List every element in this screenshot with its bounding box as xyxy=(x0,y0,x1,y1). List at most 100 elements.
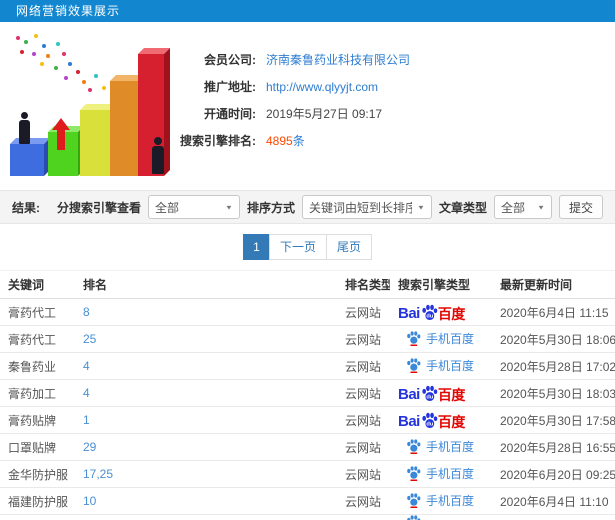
updated-cell: 2020年6月20日 09:25 xyxy=(500,467,615,482)
mobile-baidu-logo[interactable]: 手机百度 xyxy=(406,357,474,374)
article-type-label: 文章类型 xyxy=(438,200,487,215)
mobile-baidu-logo[interactable]: 手机百度 xyxy=(406,330,474,347)
baidu-logo-cn: 百度 xyxy=(437,386,466,402)
result-label: 结果: xyxy=(12,200,40,215)
svg-text:du: du xyxy=(426,421,433,427)
last-page-button[interactable]: 尾页 xyxy=(326,234,373,260)
baidu-logo[interactable]: Bai du 百度 xyxy=(398,385,465,402)
keyword-cell: 秦鲁药业 xyxy=(8,359,57,374)
mobile-baidu-logo[interactable]: 手机百度 xyxy=(406,492,474,509)
baidu-paw-icon xyxy=(407,330,421,346)
member-company-value[interactable]: 济南秦鲁药业科技有限公司 xyxy=(266,51,410,68)
mobile-baidu-logo[interactable]: 手机百度 xyxy=(406,438,474,455)
field-engine-rank-count: 搜索引擎排名: 4895条 xyxy=(168,127,608,154)
article-type-value: 全部 xyxy=(500,200,525,215)
svg-text:du: du xyxy=(426,394,433,400)
rank-link[interactable]: 17,25 xyxy=(83,467,113,481)
engine-filter-select[interactable]: 全部 ▼ xyxy=(147,195,240,219)
filter-bar: 结果: 分搜索引擎查看 全部 ▼ 排序方式 关键词由短到长排序 ▼ 文章类型 全… xyxy=(0,190,615,224)
chart-bar-blue xyxy=(10,144,44,176)
col-header-keyword: 关键词 xyxy=(8,278,45,292)
chart-bar-orange xyxy=(110,81,138,176)
field-promo-url: 推广地址: http://www.qlyyjt.com xyxy=(168,73,608,100)
table-row: 秦鲁药业 4 云网站 手机百度 2020年5月28日 17:02 xyxy=(0,353,615,380)
rank-type-cell: 云网站 xyxy=(345,359,382,374)
baidu-paw-icon: du xyxy=(422,304,438,320)
rank-link[interactable]: 8 xyxy=(83,305,90,319)
promo-url-label: 推广地址: xyxy=(204,80,256,94)
rank-type-cell: 云网站 xyxy=(345,413,382,428)
svg-text:du: du xyxy=(426,313,433,319)
baidu-logo[interactable]: Bai du 百度 xyxy=(398,412,465,429)
updated-cell: 2020年5月28日 17:02 xyxy=(500,359,615,374)
rank-type-cell: 云网站 xyxy=(345,494,382,509)
table-row: 金华防护服 17,25 云网站 手机百度 2020年6月20日 09:25 xyxy=(0,461,615,488)
sort-filter-select[interactable]: 关键词由短到长排序 ▼ xyxy=(301,195,432,219)
mobile-baidu-logo[interactable] xyxy=(406,515,421,520)
table-row: 膏药代工 25 云网站 手机百度 2020年5月30日 18:06 xyxy=(0,326,615,353)
baidu-logo-cn: 百度 xyxy=(437,305,466,321)
chevron-down-icon: ▼ xyxy=(537,203,545,211)
chevron-down-icon: ▼ xyxy=(225,203,233,211)
chevron-down-icon: ▼ xyxy=(417,203,425,211)
rank-link[interactable]: 10 xyxy=(83,494,96,508)
updated-cell: 2020年5月30日 17:58 xyxy=(500,413,615,428)
rank-link[interactable]: 4 xyxy=(83,359,90,373)
table-row: 膏药贴牌 1 云网站 Bai du 百度 2020年5月30日 17:58 xyxy=(0,407,615,434)
field-member-company: 会员公司: 济南秦鲁药业科技有限公司 xyxy=(168,46,608,73)
col-header-updated: 最新更新时间 xyxy=(500,278,573,292)
mobile-baidu-label: 手机百度 xyxy=(426,493,475,508)
keyword-cell: 膏药代工 xyxy=(8,332,57,347)
keyword-cell: 膏药代工 xyxy=(8,305,57,320)
mobile-baidu-label: 手机百度 xyxy=(426,439,475,454)
mobile-baidu-label: 手机百度 xyxy=(426,331,475,346)
sort-filter-label: 排序方式 xyxy=(246,200,295,215)
rank-link[interactable]: 4 xyxy=(83,386,90,400)
info-section: 会员公司: 济南秦鲁药业科技有限公司 推广地址: http://www.qlyy… xyxy=(0,22,615,190)
article-type-select[interactable]: 全部 ▼ xyxy=(493,195,552,219)
rank-link[interactable]: 29 xyxy=(83,440,96,454)
table-row: 膏药代工 8 云网站 Bai du 百度 2020年6月4日 11:15 xyxy=(0,299,615,326)
rank-type-cell: 云网站 xyxy=(345,332,382,347)
baidu-logo[interactable]: Bai du 百度 xyxy=(398,304,465,321)
next-page-button[interactable]: 下一页 xyxy=(268,234,327,260)
updated-cell: 2020年5月30日 18:03 xyxy=(500,386,615,401)
table-header-row: 关键词 排名 排名类型 搜索引擎类型 最新更新时间 xyxy=(0,270,615,299)
businessman-figure-right xyxy=(152,137,164,174)
engine-rank-unit: 条 xyxy=(292,134,305,148)
table-row: 口罩贴牌 29 云网站 手机百度 2020年5月28日 16:55 xyxy=(0,434,615,461)
rank-type-cell: 云网站 xyxy=(345,440,382,455)
baidu-paw-icon xyxy=(407,515,421,520)
chart-bar-yellow xyxy=(80,110,110,176)
col-header-rank: 排名 xyxy=(83,278,108,292)
rank-type-cell: 云网站 xyxy=(345,305,382,320)
col-header-engine-type: 搜索引擎类型 xyxy=(398,278,471,292)
keyword-cell: 膏药贴牌 xyxy=(8,413,57,428)
mobile-baidu-logo[interactable]: 手机百度 xyxy=(406,465,474,482)
updated-cell: 2020年5月28日 16:55 xyxy=(500,440,615,455)
col-header-rank-type: 排名类型 xyxy=(345,278,390,292)
open-time-label: 开通时间: xyxy=(204,107,256,121)
rank-link[interactable]: 1 xyxy=(83,413,90,427)
submit-button[interactable]: 提交 xyxy=(558,195,603,219)
table-row-partial xyxy=(0,515,615,520)
updated-cell: 2020年6月4日 11:10 xyxy=(500,494,609,509)
sort-filter-value: 关键词由短到长排序 xyxy=(308,200,413,215)
mobile-baidu-label: 手机百度 xyxy=(426,358,475,373)
baidu-paw-icon xyxy=(407,357,421,373)
baidu-paw-icon: du xyxy=(422,385,438,401)
field-open-time: 开通时间: 2019年5月27日 09:17 xyxy=(168,100,608,127)
updated-cell: 2020年5月30日 18:06 xyxy=(500,332,615,347)
engine-rank-label: 搜索引擎排名: xyxy=(180,134,256,148)
promo-url-link[interactable]: http://www.qlyyjt.com xyxy=(266,80,378,94)
baidu-logo-text: Bai xyxy=(398,385,420,402)
rank-type-cell: 云网站 xyxy=(345,386,382,401)
pagination: 1 下一页 尾页 xyxy=(0,224,615,270)
engine-rank-count: 4895 xyxy=(266,134,293,148)
keyword-ranking-table: 关键词 排名 排名类型 搜索引擎类型 最新更新时间 膏药代工 8 云网站 Bai… xyxy=(0,270,615,520)
page-number-current[interactable]: 1 xyxy=(242,234,270,260)
baidu-paw-icon: du xyxy=(422,412,438,428)
baidu-paw-icon xyxy=(407,465,421,481)
rank-link[interactable]: 25 xyxy=(83,332,96,346)
growth-chart-illustration xyxy=(2,30,176,186)
